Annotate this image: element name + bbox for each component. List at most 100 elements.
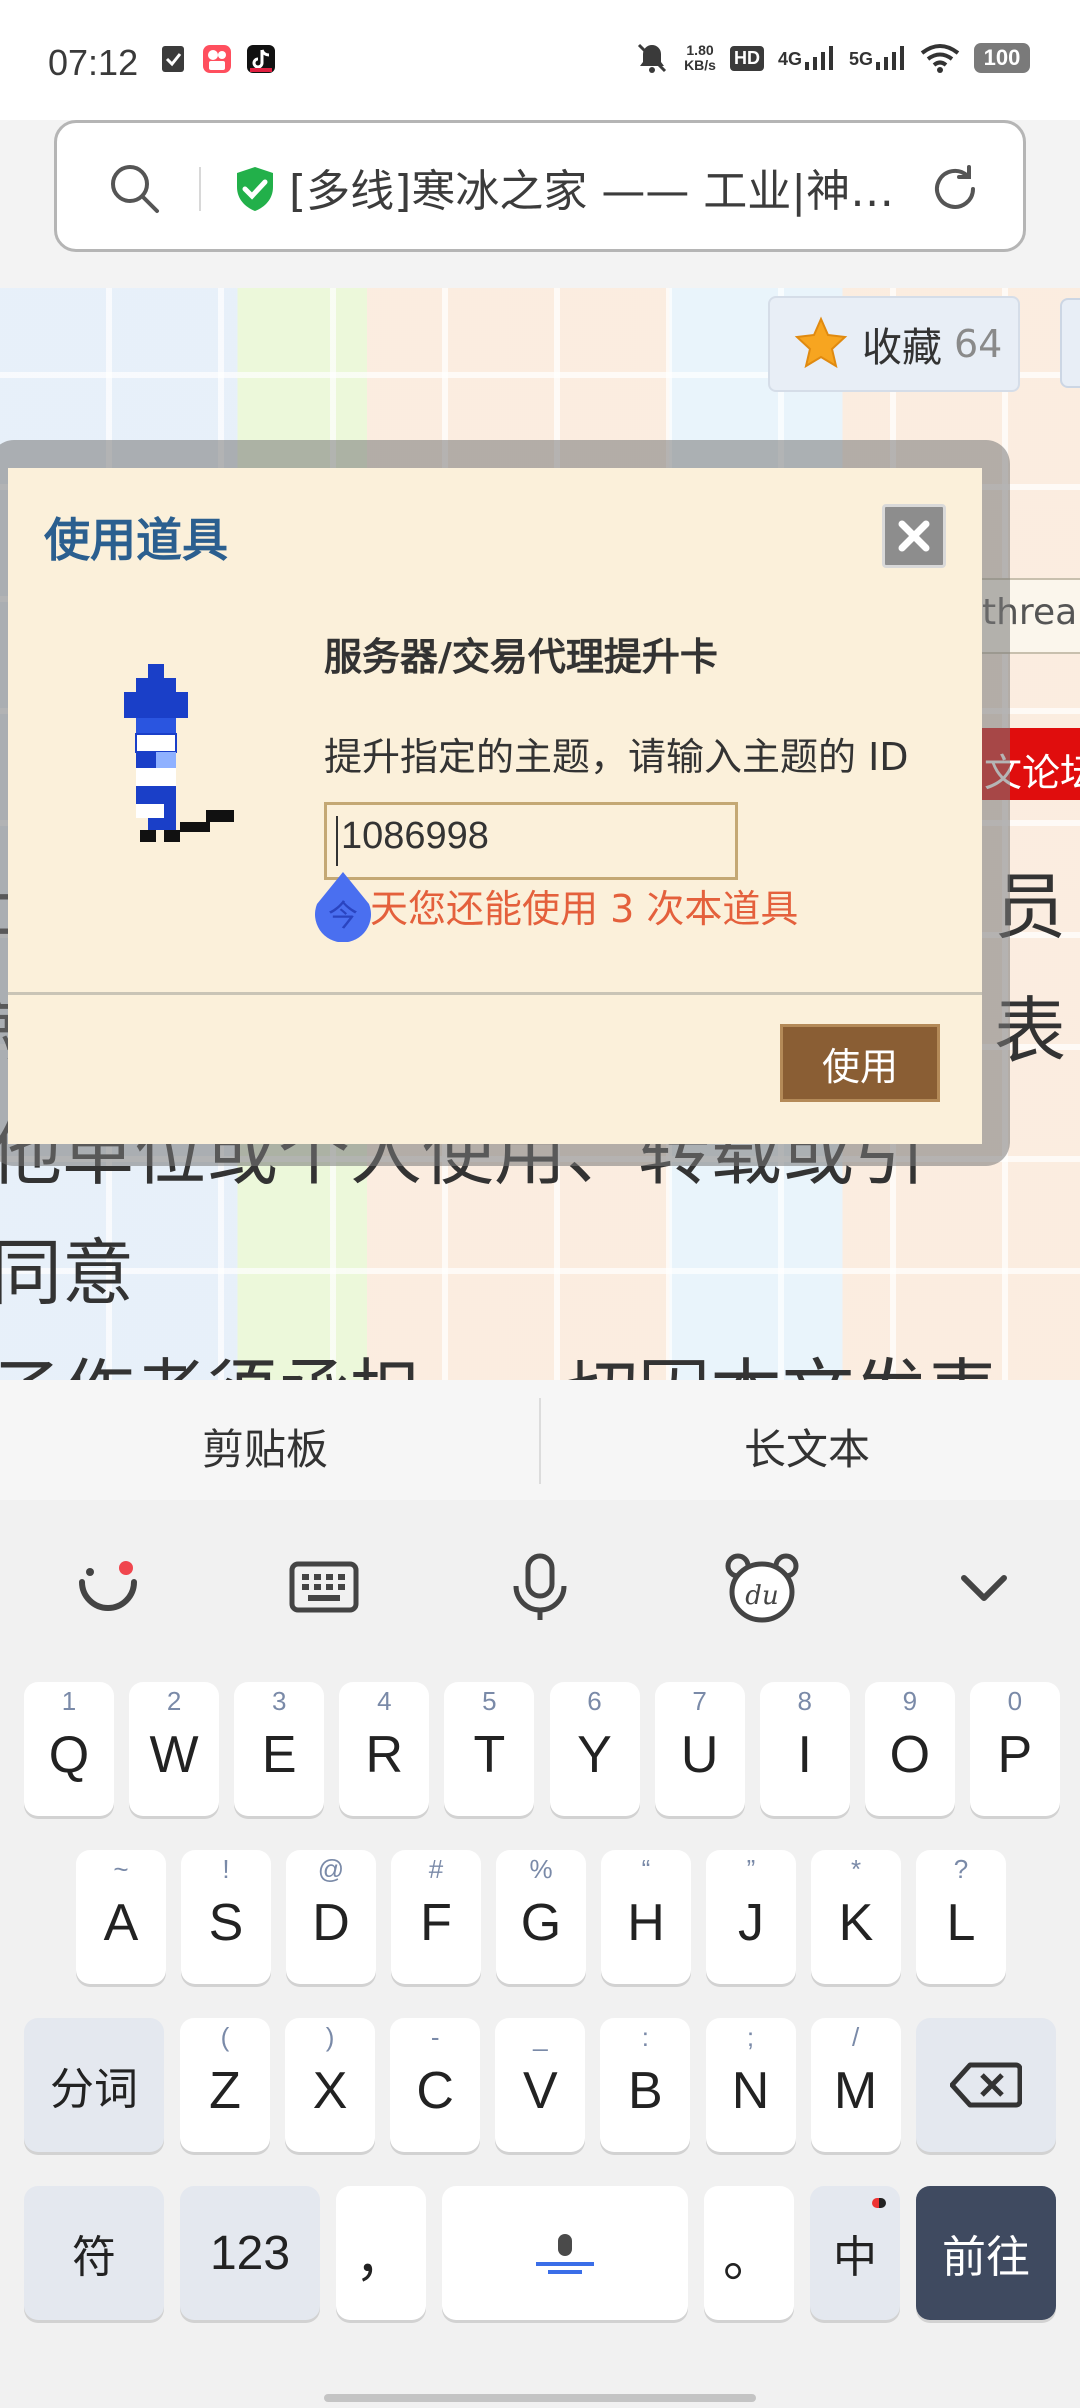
key-r[interactable]: 4R — [339, 1682, 430, 1816]
key-l[interactable]: ? L — [916, 1850, 1006, 1984]
key-i[interactable]: 8I — [759, 1682, 850, 1816]
key-w[interactable]: 2W — [129, 1682, 220, 1816]
key-c[interactable]: -C — [390, 2018, 481, 2152]
key-label: Y — [577, 1726, 612, 1784]
kuaishou-app-icon — [203, 45, 231, 73]
key-sub-label: 1 — [61, 1686, 77, 1716]
collapse-keyboard-icon[interactable] — [944, 1548, 1024, 1628]
signal-5g-icon: 5G — [849, 46, 906, 70]
backspace-icon — [950, 2062, 1022, 2108]
key-sub-label: ” — [746, 1854, 756, 1884]
comma-key[interactable]: ， — [336, 2186, 426, 2320]
symbol-key[interactable]: 符 — [24, 2186, 164, 2320]
close-button[interactable] — [882, 504, 946, 568]
key-sub-label: ( — [220, 2022, 230, 2052]
favorite-label: 收藏 — [862, 325, 942, 371]
key-label: H — [627, 1894, 665, 1952]
period-key[interactable]: 。 — [704, 2186, 794, 2320]
key-sub-label: ; — [746, 2022, 755, 2052]
key-sub-label: 3 — [271, 1686, 287, 1716]
emoji-icon[interactable] — [68, 1548, 148, 1628]
search-icon[interactable] — [107, 161, 161, 215]
favorite-button[interactable]: 收藏 64 — [768, 296, 1020, 392]
key-sub-label: 7 — [692, 1686, 707, 1716]
key-label: U — [680, 1726, 719, 1784]
key-u[interactable]: 7U — [654, 1682, 745, 1816]
secure-shield-icon — [237, 167, 273, 211]
number-key[interactable]: 123 — [180, 2186, 320, 2320]
cursor-handle-icon[interactable]: 今 — [312, 870, 374, 942]
clipboard-button[interactable]: 剪贴板 — [202, 1416, 328, 1477]
key-label: L — [946, 1894, 976, 1952]
key-label: N — [731, 2062, 770, 2120]
key-sub-label: 4 — [377, 1686, 392, 1716]
net2-label: 5G — [848, 49, 873, 69]
key-sub-label: 5 — [482, 1686, 497, 1716]
use-item-dialog: 使用道具 服务器/交易代理提升卡 提升指定的主题，请输入主题的 ID 10869… — [8, 468, 982, 1144]
key-x[interactable]: ) X — [285, 2018, 376, 2152]
key-j[interactable]: ” J — [706, 1850, 796, 1984]
key-sub-label: 0 — [1007, 1686, 1023, 1716]
backspace-key[interactable] — [916, 2018, 1056, 2152]
key-e[interactable]: 3E — [234, 1682, 325, 1816]
key-label: T — [473, 1726, 506, 1784]
key-label: O — [889, 1726, 931, 1784]
du-icon[interactable]: du — [722, 1548, 802, 1628]
chinese-mode-label: 中 — [833, 2233, 877, 2282]
key-sub-label: ? — [953, 1854, 969, 1884]
key-y[interactable]: 6Y — [549, 1682, 640, 1816]
key-v[interactable]: _ V — [495, 2018, 586, 2152]
douyin-app-icon — [247, 45, 275, 73]
favorite-count: 64 — [954, 322, 1003, 366]
key-label: K — [838, 1894, 874, 1952]
signal-4g-icon: 4G — [778, 46, 835, 70]
network-speed: 1.80 KB/s — [684, 43, 716, 73]
key-k[interactable]: * K — [811, 1850, 901, 1984]
side-button[interactable] — [1060, 298, 1080, 388]
key-label: X — [312, 2062, 348, 2120]
go-key[interactable]: 前往 — [916, 2186, 1056, 2320]
long-text-button[interactable]: 长文本 — [744, 1416, 870, 1477]
space-key[interactable] — [442, 2186, 688, 2320]
key-m[interactable]: / M — [810, 2018, 901, 2152]
microphone-icon[interactable] — [500, 1548, 580, 1628]
key-sub-label: ~ — [113, 1854, 129, 1884]
reload-icon[interactable] — [927, 161, 983, 217]
key-n[interactable]: ; N — [705, 2018, 796, 2152]
use-button[interactable]: 使用 — [780, 1024, 940, 1102]
key-sub-label: @ — [317, 1854, 345, 1884]
key-s[interactable]: ! S — [181, 1850, 271, 1984]
notification-icons — [158, 44, 276, 74]
dialog-title: 使用道具 — [44, 513, 228, 567]
key-g[interactable]: % G — [496, 1850, 586, 1984]
key-d[interactable]: @ D — [286, 1850, 376, 1984]
address-bar[interactable]: [多线]寒冰之家 —— 工业|神… — [54, 120, 1026, 252]
key-label: Z — [209, 2062, 241, 2120]
hd-label: HD — [729, 45, 764, 71]
key-z[interactable]: (Z — [180, 2018, 270, 2152]
key-b[interactable]: :B — [600, 2018, 691, 2152]
key-label: I — [797, 1726, 812, 1784]
key-h[interactable]: “H — [601, 1850, 691, 1984]
key-label: Q — [48, 1726, 90, 1784]
speed-text: 1.80 KB/s — [684, 42, 716, 73]
key-label: F — [420, 1894, 452, 1952]
key-p[interactable]: 0P — [969, 1682, 1060, 1816]
clipboard-app-icon — [162, 46, 184, 72]
key-t[interactable]: 5T — [444, 1682, 535, 1816]
key-q[interactable]: 1Q — [24, 1682, 114, 1816]
chinese-mode-key[interactable]: 中 — [810, 2186, 900, 2320]
key-label: P — [997, 1726, 1033, 1784]
key-label: S — [208, 1894, 244, 1952]
key-label: G — [520, 1894, 562, 1952]
address-divider — [199, 167, 201, 211]
home-indicator[interactable] — [324, 2394, 756, 2402]
key-o[interactable]: 9O — [864, 1682, 955, 1816]
fenci-key[interactable]: 分词 — [24, 2018, 164, 2152]
page-title[interactable]: [多线]寒冰之家 —— 工业|神… — [289, 155, 929, 219]
key-a[interactable]: ~ A — [76, 1850, 166, 1984]
key-f[interactable]: # F — [391, 1850, 481, 1984]
thread-id-input[interactable]: 1086998 — [324, 802, 738, 880]
silent-icon — [638, 43, 667, 73]
keyboard-icon[interactable] — [284, 1548, 364, 1628]
